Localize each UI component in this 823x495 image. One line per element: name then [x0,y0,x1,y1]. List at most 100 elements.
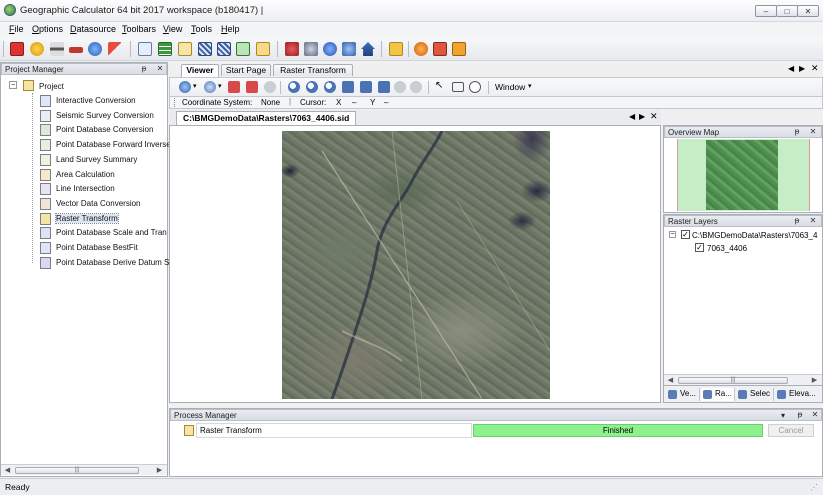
red-cube-tool-icon[interactable] [285,42,299,56]
tab-elevation[interactable]: Eleva... [775,388,821,401]
tree-item[interactable]: Point Database Derive Datum S [1,256,169,270]
tree-item[interactable]: Line Intersection [1,182,167,196]
close-panel-icon[interactable]: ✕ [155,64,165,74]
database-tool-icon[interactable] [304,42,318,56]
tab-vector-layers[interactable]: Ve... [666,388,700,401]
horizontal-scrollbar[interactable]: ◀ ||| ▶ [1,464,167,475]
doc-scroll-left-icon[interactable]: ◀ [629,112,635,121]
pin-icon[interactable]: ᵽ [792,216,802,226]
note-tool-icon[interactable] [178,42,192,56]
ruler-tool-icon[interactable] [69,47,83,53]
import-tool-icon[interactable] [452,42,466,56]
settings-gear-icon[interactable] [414,42,428,56]
pin-icon[interactable]: ᵽ [795,410,805,420]
zoom-extent-icon[interactable] [342,81,354,93]
raster-document-tab[interactable]: C:\BMGDemoData\Rasters\7063_4406.sid [176,111,357,125]
spreadsheet-tool-icon[interactable] [158,42,172,56]
maximize-button[interactable]: □ [776,5,798,17]
tab-selection[interactable]: Selec [736,388,774,401]
next-extent-icon[interactable] [410,81,422,93]
open-folder-icon[interactable] [389,42,403,56]
hatch-tool-icon[interactable] [198,42,212,56]
aerial-raster-image[interactable] [282,131,550,399]
tree-collapse-toggle[interactable]: − [9,81,17,89]
layer-child-name[interactable]: 7063_4406 [707,244,747,253]
tab-viewer[interactable]: Viewer [181,64,219,77]
pin-icon[interactable]: ᵽ [792,127,802,137]
document-tool-icon[interactable] [138,42,152,56]
doc-scroll-right-icon[interactable]: ▶ [639,112,645,121]
tab-raster-transform[interactable]: Raster Transform [273,64,353,76]
menu-file[interactable]: File [9,24,24,34]
scroll-thumb[interactable]: ||| [678,377,788,384]
tree-item[interactable]: Point Database Conversion [1,123,167,137]
select-pointer-icon[interactable]: ↖ [435,80,443,91]
tree-item[interactable]: Vector Data Conversion [1,197,167,211]
tab-scroll-right-icon[interactable]: ▶ [799,64,805,73]
triangle-tool-icon[interactable] [108,42,122,56]
raster-layers-scrollbar[interactable]: ◀ ||| ▶ [664,374,822,385]
close-document-icon[interactable]: ✕ [650,111,658,122]
scroll-right-icon[interactable]: ▶ [810,376,819,385]
close-tab-icon[interactable]: ✕ [811,63,819,74]
minimize-button[interactable]: – [755,5,777,17]
add-layer-dropdown-icon[interactable]: ▾ [193,82,197,90]
scroll-left-icon[interactable]: ◀ [3,466,12,475]
gold-coin-tool-icon[interactable] [30,42,44,56]
tree-item[interactable]: Interactive Conversion [1,94,167,108]
tree-item[interactable]: Land Survey Summary [1,153,167,167]
clear-layers-icon[interactable] [246,81,258,93]
process-row[interactable]: Raster Transform Finished Cancel [180,423,814,438]
tree-item[interactable]: Raster Transform [1,212,167,226]
tree-item[interactable]: Area Calculation [1,168,167,182]
tab-scroll-left-icon[interactable]: ◀ [788,64,794,73]
hatch-alt-tool-icon[interactable] [217,42,231,56]
menu-datasource[interactable]: Datasource [70,24,116,34]
zoom-out-icon[interactable] [306,81,318,93]
add-layer-icon[interactable] [179,81,191,93]
close-panel-icon[interactable]: ✕ [808,216,818,226]
screenshot-camera-icon[interactable] [452,82,464,92]
yellow-doc-tool-icon[interactable] [256,42,270,56]
tree-root-project[interactable]: Project [39,82,64,91]
menu-toolbars[interactable]: Toolbars [122,24,156,34]
overview-map-view[interactable] [677,139,810,211]
cancel-process-button[interactable]: Cancel [768,424,814,437]
pin-icon[interactable]: ᵽ [139,64,149,74]
scroll-thumb[interactable]: ||| [15,467,139,474]
menu-options[interactable]: Options [32,24,63,34]
menu-help[interactable]: Help [221,24,240,34]
zoom-layer-icon[interactable] [360,81,372,93]
layer-collapse-toggle[interactable]: − [669,231,676,238]
resize-grip-icon[interactable]: ⋰ [810,483,818,492]
tab-raster-layers[interactable]: Ra... [701,388,735,401]
help-tool-icon[interactable] [323,42,337,56]
tree-item[interactable]: Point Database Scale and Tran [1,226,167,240]
map-view[interactable] [169,125,661,403]
tree-item[interactable]: Point Database Forward Inverse [1,138,171,152]
disabled-tool-icon[interactable] [264,81,276,93]
export-tool-icon[interactable] [433,42,447,56]
remove-layer-icon[interactable] [228,81,240,93]
green-doc-tool-icon[interactable] [236,42,250,56]
previous-extent-icon[interactable] [394,81,406,93]
scroll-right-icon[interactable]: ▶ [155,466,164,475]
close-panel-icon[interactable]: ✕ [810,410,820,420]
layer-parent-path[interactable]: C:\BMGDemoData\Rasters\7063_4 [692,231,817,240]
window-menu-button[interactable]: Window [495,82,525,92]
zoom-window-icon[interactable] [324,81,336,93]
close-panel-icon[interactable]: ✕ [808,127,818,137]
blue-globe-tool-icon[interactable] [88,42,102,56]
close-button[interactable]: ✕ [797,5,819,17]
globe-doc-tool-icon[interactable] [342,42,356,56]
layer-refresh-icon[interactable] [204,81,216,93]
measure-icon[interactable] [469,81,481,93]
panel-dropdown-icon[interactable]: ▾ [781,410,785,421]
full-extent-icon[interactable] [378,81,390,93]
layer-parent-checkbox[interactable]: ✓ [681,230,690,239]
tree-item[interactable]: Point Database BestFit [1,241,167,255]
interactive-conversion-tool-icon[interactable] [10,42,24,56]
layer-refresh-dropdown-icon[interactable]: ▾ [218,82,222,90]
scroll-left-icon[interactable]: ◀ [666,376,675,385]
home-icon[interactable] [361,42,375,56]
